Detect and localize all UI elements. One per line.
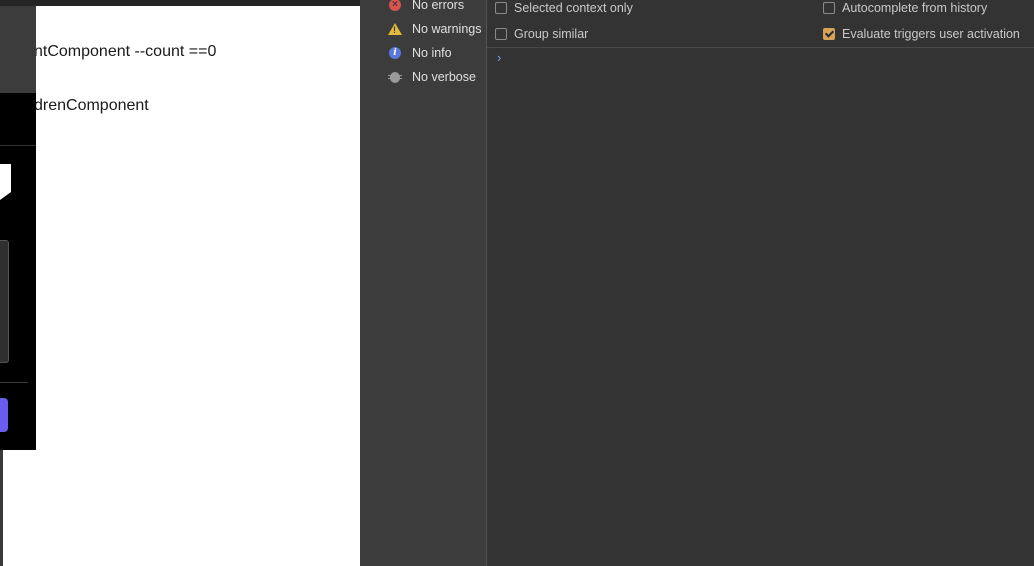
bug-icon (388, 70, 402, 84)
page-text: ntComponent --count ==0 drenComponent (34, 7, 216, 151)
setting-selected-context-only[interactable]: Selected context only (495, 0, 633, 17)
setting-label: Evaluate triggers user activation (842, 27, 1020, 41)
overlay-flag-icon (0, 164, 11, 200)
overlay-panel (0, 240, 9, 363)
setting-evaluate-triggers-user-activation[interactable]: Evaluate triggers user activation (823, 25, 1020, 43)
selected-context-checkbox[interactable] (495, 2, 507, 14)
setting-autocomplete-from-history[interactable]: Autocomplete from history (823, 0, 987, 17)
console-settings: Selected context only Autocomplete from … (487, 0, 1034, 48)
overlay-action-button[interactable] (0, 398, 8, 432)
sidebar-item-label: No verbose (412, 70, 476, 84)
console-sidebar: × No errors ! No warnings i No info No v… (360, 0, 486, 566)
page-line: ntComponent --count ==0 (34, 43, 217, 60)
error-icon: × (388, 0, 402, 12)
warning-icon: ! (388, 22, 402, 36)
setting-label: Selected context only (514, 1, 633, 15)
sidebar-item-label: No info (412, 46, 452, 60)
page-edge (0, 450, 3, 566)
page-viewport: ntComponent --count ==0 drenComponent (0, 0, 360, 566)
overlay-divider (0, 145, 36, 146)
overlay-header (0, 6, 36, 93)
setting-label: Group similar (514, 27, 589, 41)
evaluate-triggers-checkbox[interactable] (823, 28, 835, 40)
overlay-divider (0, 382, 28, 383)
autocomplete-checkbox[interactable] (823, 2, 835, 14)
page-top-bar (0, 0, 360, 6)
setting-label: Autocomplete from history (842, 1, 988, 15)
sidebar-item-label: No warnings (412, 22, 482, 36)
setting-group-similar[interactable]: Group similar (495, 25, 588, 43)
group-similar-checkbox[interactable] (495, 28, 507, 40)
sidebar-item-label: No errors (412, 0, 465, 12)
console-panel: Selected context only Autocomplete from … (486, 0, 1034, 566)
page-line: drenComponent (34, 97, 149, 114)
console-prompt-icon[interactable]: › (497, 50, 501, 65)
info-icon: i (388, 46, 402, 60)
